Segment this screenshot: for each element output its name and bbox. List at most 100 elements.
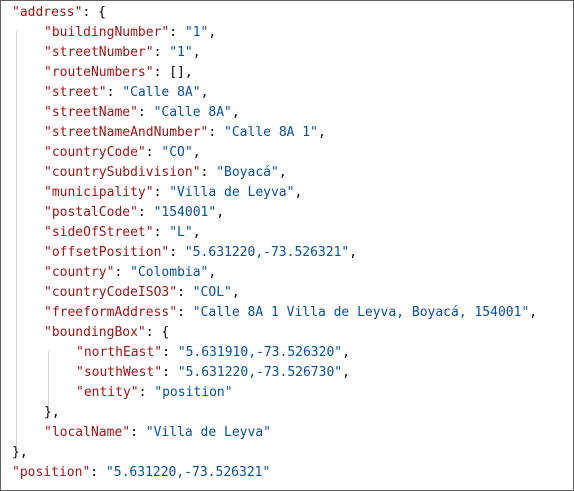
indent-guide-level-1 xyxy=(16,31,17,449)
json-punctuation: , xyxy=(216,205,225,220)
json-punctuation: , xyxy=(208,25,217,40)
json-separator: : xyxy=(153,185,170,200)
json-key: "position" xyxy=(12,465,91,480)
json-punctuation: }, xyxy=(12,445,28,460)
json-punctuation: , xyxy=(200,85,209,100)
json-separator: : xyxy=(145,325,162,340)
json-punctuation: , xyxy=(294,185,303,200)
json-separator: : xyxy=(130,425,146,440)
json-separator: : xyxy=(90,465,106,480)
json-key: "southWest" xyxy=(76,365,163,380)
code-line: "countrySubdivision": "Boyacá", xyxy=(44,163,287,183)
json-key: "street" xyxy=(44,85,107,100)
json-punctuation: , xyxy=(342,365,350,380)
json-separator: : xyxy=(137,205,154,220)
json-key: "streetNameAndNumber" xyxy=(44,125,209,140)
json-value: "5.631220,-73.526730" xyxy=(177,365,343,380)
code-line: "country": "Colombia", xyxy=(44,263,216,283)
code-line: "address": { xyxy=(12,3,106,23)
json-key: "routeNumbers" xyxy=(44,65,154,80)
json-punctuation: { xyxy=(161,325,170,340)
json-punctuation: [], xyxy=(169,65,193,80)
json-key: "northEast" xyxy=(76,345,163,360)
json-key: "countrySubdivision" xyxy=(44,165,201,180)
json-value: "5.631220,-73.526321" xyxy=(184,245,350,260)
json-value: "154001" xyxy=(153,205,217,220)
json-value: "position" xyxy=(154,385,233,400)
json-separator: : xyxy=(208,125,225,140)
json-separator: : xyxy=(106,85,123,100)
code-line: "postalCode": "154001", xyxy=(44,203,224,223)
json-value: "Calle 8A 1 Villa de Leyva, Boyacá, 1540… xyxy=(192,305,530,320)
code-line: "countryCodeISO3": "COL", xyxy=(44,283,240,303)
json-key: "offsetPosition" xyxy=(44,245,170,260)
json-separator: : xyxy=(200,165,217,180)
json-code-panel: "address": {"buildingNumber": "1", "stree… xyxy=(0,0,574,491)
json-key: "streetName" xyxy=(44,105,138,120)
json-punctuation: }, xyxy=(44,405,60,420)
json-punctuation: , xyxy=(192,145,201,160)
json-punctuation: , xyxy=(231,285,240,300)
json-key: "freeformAddress" xyxy=(44,305,178,320)
code-line: "localName": "Villa de Leyva" xyxy=(44,423,271,443)
json-key: "municipality" xyxy=(44,185,154,200)
code-line: "municipality": "Villa de Leyva", xyxy=(44,183,302,203)
json-key: "country" xyxy=(44,265,115,280)
json-punctuation: , xyxy=(342,345,350,360)
json-punctuation: , xyxy=(317,125,326,140)
json-separator: : xyxy=(177,305,193,320)
json-value: "L" xyxy=(169,225,193,240)
json-value: "Calle 8A" xyxy=(153,105,232,120)
json-punctuation: , xyxy=(192,225,201,240)
json-value: "5.631910,-73.526320" xyxy=(177,345,343,360)
json-separator: : xyxy=(82,5,99,20)
json-punctuation: , xyxy=(208,265,217,280)
code-line: "buildingNumber": "1", xyxy=(44,23,216,43)
code-line: "southWest": "5.631220,-73.526730", xyxy=(76,363,350,383)
json-key: "entity" xyxy=(76,385,139,400)
code-line: "streetNameAndNumber": "Calle 8A 1", xyxy=(44,123,326,143)
json-separator: : xyxy=(153,45,170,60)
json-separator: : xyxy=(177,285,193,300)
code-line: "position": "5.631220,-73.526321" xyxy=(12,463,270,483)
code-line: "sideOfStreet": "L", xyxy=(44,223,201,243)
json-value: "CO" xyxy=(161,145,193,160)
json-punctuation: , xyxy=(192,45,201,60)
json-separator: : xyxy=(169,25,185,40)
json-key: "countryCodeISO3" xyxy=(44,285,178,300)
code-line: "streetNumber": "1", xyxy=(44,43,201,63)
json-separator: : xyxy=(114,265,131,280)
json-separator: : xyxy=(137,105,154,120)
json-key: "streetNumber" xyxy=(44,45,154,60)
code-line: "northEast": "5.631910,-73.526320", xyxy=(76,343,350,363)
code-line: "routeNumbers": [], xyxy=(44,63,193,83)
json-value: "COL" xyxy=(192,285,232,300)
json-key: "localName" xyxy=(44,425,131,440)
json-value: "Villa de Leyva" xyxy=(169,185,295,200)
code-line: }, xyxy=(44,403,60,423)
json-key: "countryCode" xyxy=(44,145,146,160)
code-line: "freeformAddress": "Calle 8A 1 Villa de … xyxy=(44,303,537,323)
json-punctuation: { xyxy=(98,5,106,20)
json-value: "Colombia" xyxy=(130,265,209,280)
code-line: "entity": "position" xyxy=(76,383,233,403)
json-key: "address" xyxy=(12,5,83,20)
code-line: "streetName": "Calle 8A", xyxy=(44,103,240,123)
code-line: "offsetPosition": "5.631220,-73.526321", xyxy=(44,243,357,263)
indent-guide-level-2 xyxy=(48,351,49,409)
json-separator: : xyxy=(153,225,170,240)
json-key: "sideOfStreet" xyxy=(44,225,154,240)
json-value: "Calle 8A 1" xyxy=(224,125,318,140)
json-value: "Calle 8A" xyxy=(122,85,201,100)
json-punctuation: , xyxy=(529,305,538,320)
code-line: }, xyxy=(12,443,28,463)
json-separator: : xyxy=(138,385,155,400)
code-line: "countryCode": "CO", xyxy=(44,143,201,163)
json-value: "5.631220,-73.526321" xyxy=(105,465,271,480)
json-key: "postalCode" xyxy=(44,205,138,220)
json-value: "Boyacá" xyxy=(216,165,279,180)
code-line: "street": "Calle 8A", xyxy=(44,83,208,103)
json-key: "boundingBox" xyxy=(44,325,146,340)
json-separator: : xyxy=(162,365,178,380)
json-value: "1" xyxy=(184,25,209,40)
